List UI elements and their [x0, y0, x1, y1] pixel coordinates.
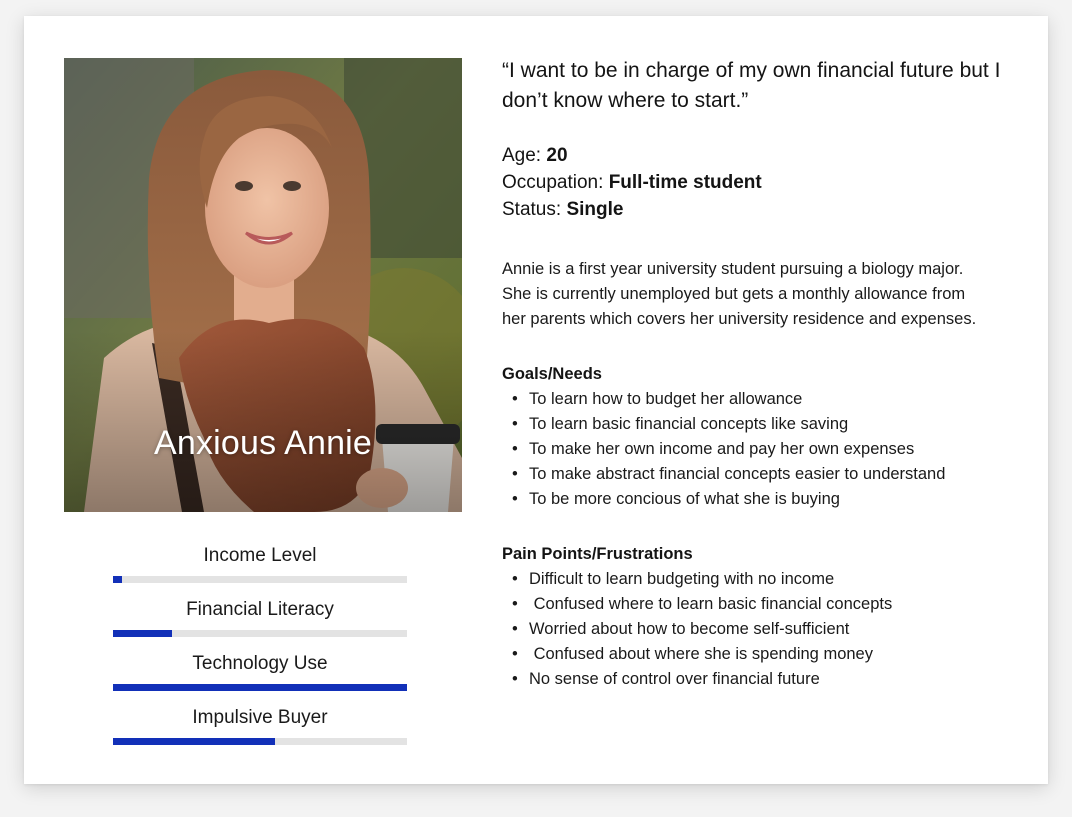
list-item: • Confused about where she is spending m… [502, 642, 1022, 667]
list-item: • To learn how to budget her allowance [502, 387, 1022, 412]
persona-card: Anxious Annie Income Level Financial Lit… [24, 16, 1048, 784]
list-item: • To be more concious of what she is buyi… [502, 487, 1022, 512]
list-item: • To learn basic financial concepts like … [502, 412, 1022, 437]
bullet-icon: • [512, 465, 518, 483]
pain-points-title: Pain Points/Frustrations [502, 545, 693, 563]
bullet-icon: • [512, 620, 518, 638]
list-item: • To make her own income and pay her own … [502, 437, 1022, 462]
bullet-icon: • [512, 570, 518, 588]
meter-fill [113, 684, 407, 691]
meter-label: Impulsive Buyer [192, 707, 328, 728]
pain-points-section: Pain Points/Frustrations • Difficult to l… [502, 542, 1022, 692]
meter-track [113, 576, 407, 583]
meter-label: Income Level [203, 545, 317, 566]
stat-label: Age: [502, 145, 542, 166]
bullet-icon: • [512, 490, 518, 508]
persona-photo: Anxious Annie [64, 58, 462, 512]
list-item: • To make abstract financial concepts eas… [502, 462, 1022, 487]
meter-fill [113, 738, 275, 745]
list-item: • Confused where to learn basic financia… [502, 592, 1022, 617]
meter-label: Financial Literacy [186, 599, 334, 620]
meter-track [113, 684, 407, 691]
goals-section: Goals/Needs • To learn how to budget her … [502, 362, 1022, 512]
persona-stats: Age: 20 Occupation: Full-time student St… [502, 142, 1022, 223]
bullet-icon: • [512, 595, 518, 613]
bullet-icon: • [512, 440, 518, 458]
pain-points-list: • Difficult to learn budgeting with no in… [502, 567, 1022, 692]
meter-fill [113, 630, 172, 637]
stat-status: Status: Single [502, 196, 1022, 223]
list-item: • Difficult to learn budgeting with no in… [502, 567, 1022, 592]
stat-age: Age: 20 [502, 142, 1022, 169]
attribute-meters: Income Level Financial Literacy Technolo… [113, 538, 407, 754]
meter-track [113, 630, 407, 637]
meter-impulsive-buyer: Impulsive Buyer [113, 700, 407, 754]
persona-quote: “I want to be in charge of my own financ… [502, 59, 1001, 112]
persona-bio: Annie is a first year university student… [502, 260, 977, 328]
persona-name: Anxious Annie [153, 424, 373, 462]
meter-technology-use: Technology Use [113, 646, 407, 700]
goals-title: Goals/Needs [502, 365, 602, 383]
stat-value: Full-time student [608, 172, 762, 193]
meter-track [113, 738, 407, 745]
bullet-icon: • [512, 670, 518, 688]
meter-fill [113, 576, 122, 583]
stat-occupation: Occupation: Full-time student [502, 169, 1022, 196]
list-item: • No sense of control over financial futu… [502, 667, 1022, 692]
list-item: • Worried about how to become self-suffic… [502, 617, 1022, 642]
bullet-icon: • [512, 390, 518, 408]
meter-financial-literacy: Financial Literacy [113, 592, 407, 646]
stat-label: Status: [502, 199, 562, 220]
stat-value: 20 [546, 145, 568, 166]
persona-details: “I want to be in charge of my own financ… [502, 56, 1022, 692]
goals-list: • To learn how to budget her allowance • T… [502, 387, 1022, 512]
stat-value: Single [566, 199, 624, 220]
stat-label: Occupation: [502, 172, 604, 193]
meter-income-level: Income Level [113, 538, 407, 592]
bullet-icon: • [512, 645, 518, 663]
meter-label: Technology Use [192, 653, 328, 674]
bullet-icon: • [512, 415, 518, 433]
